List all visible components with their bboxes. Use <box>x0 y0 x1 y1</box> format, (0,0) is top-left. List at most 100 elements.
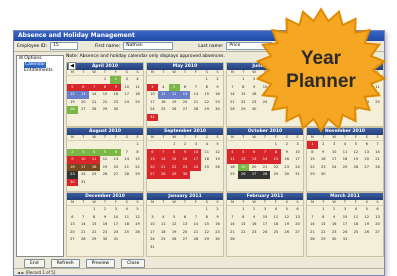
day-cell[interactable]: 14 <box>372 149 383 157</box>
day-cell[interactable]: 18 <box>132 91 143 99</box>
day-cell[interactable]: 28 <box>227 106 238 114</box>
day-cell[interactable]: 7 <box>227 84 238 92</box>
day-cell[interactable]: 16 <box>179 156 191 164</box>
day-cell[interactable]: 6 <box>372 206 383 214</box>
day-cell[interactable]: 12 <box>132 214 143 222</box>
day-cell[interactable]: 24 <box>110 229 121 237</box>
day-cell[interactable]: 14 <box>89 91 100 99</box>
day-cell[interactable]: 9 <box>179 148 191 156</box>
day-cell[interactable]: 19 <box>100 164 111 172</box>
day-cell[interactable]: 9 <box>329 214 340 222</box>
day-cell[interactable]: 21 <box>260 164 271 172</box>
day-cell[interactable]: 23 <box>67 171 78 179</box>
day-cell[interactable]: 3 <box>292 141 303 149</box>
day-cell[interactable]: 19 <box>237 163 249 171</box>
day-cell[interactable]: 22 <box>307 164 318 172</box>
day-cell[interactable]: 13 <box>372 214 383 222</box>
day-cell[interactable]: 3 <box>77 148 89 156</box>
day-cell[interactable]: 28 <box>190 106 201 114</box>
day-cell[interactable]: 8 <box>238 214 249 222</box>
day-cell[interactable]: 15 <box>132 156 143 164</box>
day-cell[interactable]: 1 <box>169 141 180 149</box>
day-cell[interactable]: 25 <box>201 164 212 172</box>
day-cell[interactable]: 7 <box>88 83 100 91</box>
day-cell[interactable]: 5 <box>132 206 143 214</box>
day-cell[interactable]: 16 <box>67 163 78 171</box>
day-cell[interactable]: 27 <box>110 171 121 179</box>
day-cell[interactable]: 14 <box>227 91 238 99</box>
day-cell[interactable]: 11 <box>121 214 132 222</box>
day-cell[interactable]: 4 <box>340 141 351 149</box>
day-cell[interactable]: 1 <box>201 76 212 84</box>
day-cell[interactable]: 21 <box>227 99 238 107</box>
day-cell[interactable]: 18 <box>158 99 169 107</box>
day-cell[interactable]: 16 <box>110 91 121 99</box>
day-cell[interactable]: 18 <box>350 221 361 229</box>
day-cell[interactable]: 29 <box>318 236 329 244</box>
day-cell[interactable]: 17 <box>77 163 89 171</box>
day-cell[interactable]: 26 <box>169 106 180 114</box>
day-cell[interactable]: 4 <box>88 148 100 156</box>
day-cell[interactable]: 28 <box>89 106 100 114</box>
day-cell[interactable]: 4 <box>158 84 169 92</box>
day-cell[interactable]: 31 <box>147 244 158 252</box>
day-cell[interactable]: 19 <box>169 99 180 107</box>
day-cell[interactable]: 25 <box>270 229 281 237</box>
day-cell[interactable]: 23 <box>179 163 191 171</box>
day-cell[interactable]: 6 <box>180 84 191 92</box>
day-cell[interactable]: 27 <box>180 236 191 244</box>
day-cell[interactable]: 12 <box>361 214 372 222</box>
day-cell[interactable]: 15 <box>201 91 212 99</box>
day-cell[interactable]: 15 <box>238 221 249 229</box>
day-cell[interactable]: 16 <box>281 156 292 164</box>
day-cell[interactable]: 23 <box>110 99 121 107</box>
day-cell[interactable]: 7 <box>190 214 201 222</box>
day-cell[interactable]: 28 <box>307 236 318 244</box>
day-cell[interactable]: 28 <box>121 171 132 179</box>
day-cell[interactable]: 25 <box>227 171 238 179</box>
day-cell[interactable]: 29 <box>201 236 212 244</box>
day-cell[interactable]: 8 <box>318 214 329 222</box>
day-cell[interactable]: 11 <box>270 214 281 222</box>
day-cell[interactable]: 30 <box>318 171 329 179</box>
day-cell[interactable]: 20 <box>147 163 158 171</box>
day-cell[interactable]: 15 <box>168 156 180 164</box>
day-cell[interactable]: 1 <box>238 206 249 214</box>
day-cell[interactable]: 8 <box>132 149 143 157</box>
day-cell[interactable]: 10 <box>292 149 303 157</box>
day-cell[interactable]: 8 <box>201 84 212 92</box>
day-cell[interactable]: 30 <box>100 236 111 244</box>
day-cell[interactable]: 19 <box>350 156 361 164</box>
day-cell[interactable]: 2 <box>180 141 191 149</box>
day-cell[interactable]: 26 <box>361 229 372 237</box>
day-cell[interactable]: 14 <box>190 221 201 229</box>
day-cell[interactable]: 6 <box>361 141 372 149</box>
day-cell[interactable]: 10 <box>340 214 351 222</box>
day-cell[interactable]: 28 <box>190 236 201 244</box>
day-cell[interactable]: 2 <box>67 148 78 156</box>
day-cell[interactable]: 12 <box>281 214 292 222</box>
day-cell[interactable]: 9 <box>281 149 292 157</box>
day-cell[interactable]: 22 <box>100 99 111 107</box>
day-cell[interactable]: 15 <box>89 221 100 229</box>
day-cell[interactable]: 7 <box>307 214 318 222</box>
previous-arrow-icon[interactable]: ◀ <box>68 62 76 70</box>
first-name-field[interactable]: Nathan <box>123 42 174 50</box>
day-cell[interactable]: 6 <box>248 148 260 156</box>
day-cell[interactable]: 29 <box>270 171 281 179</box>
day-cell[interactable]: 27 <box>372 229 383 237</box>
day-cell[interactable]: 4 <box>158 214 169 222</box>
day-cell[interactable]: 3 <box>147 214 158 222</box>
day-cell[interactable]: 24 <box>340 229 351 237</box>
day-cell[interactable]: 11 <box>158 221 169 229</box>
day-cell[interactable]: 19 <box>169 229 180 237</box>
day-cell[interactable]: 14 <box>259 156 271 164</box>
day-cell[interactable]: 25 <box>350 229 361 237</box>
day-cell[interactable]: 13 <box>147 156 158 164</box>
day-cell[interactable]: 10 <box>329 149 340 157</box>
day-cell[interactable]: 21 <box>78 229 89 237</box>
day-cell[interactable]: 6 <box>292 206 303 214</box>
day-cell[interactable]: 13 <box>110 156 121 164</box>
day-cell[interactable]: 14 <box>227 221 238 229</box>
day-cell[interactable]: 21 <box>121 164 132 172</box>
